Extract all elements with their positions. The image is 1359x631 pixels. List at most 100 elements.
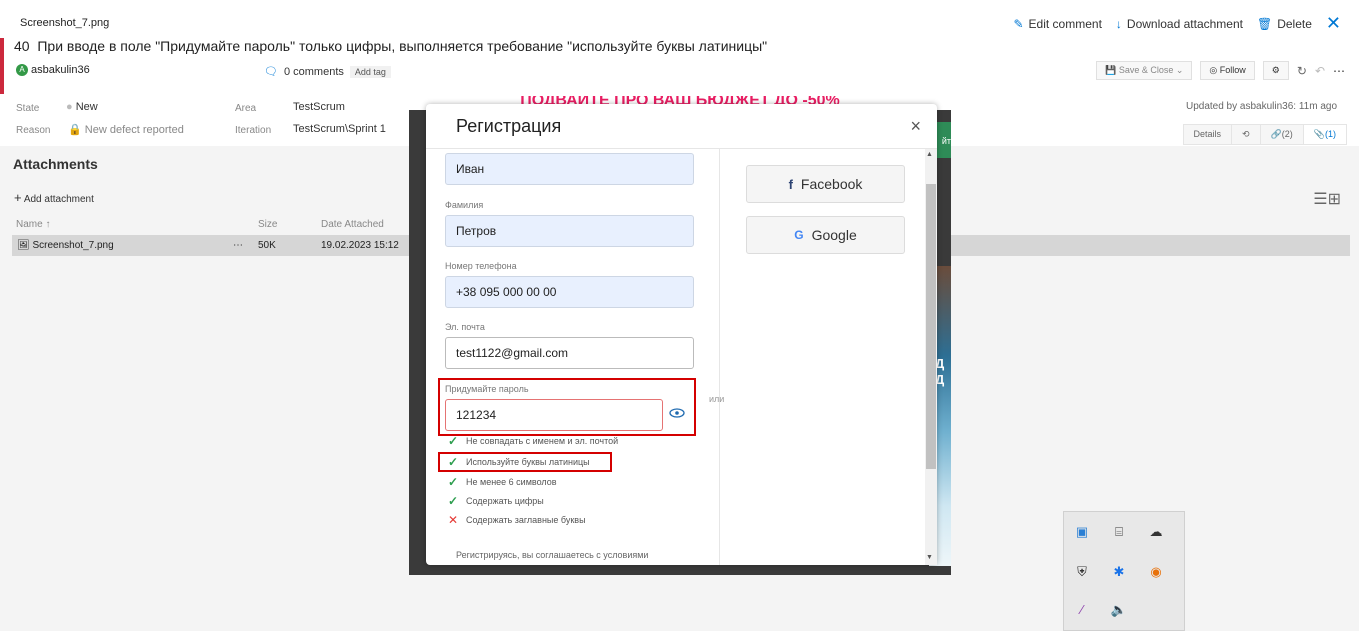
- delete-button[interactable]: 🗑 Delete: [1257, 17, 1312, 31]
- column-name[interactable]: Name ↑: [16, 219, 50, 230]
- bluetooth-icon[interactable]: ✱: [1109, 562, 1129, 582]
- network-app-icon[interactable]: ▣: [1072, 522, 1092, 542]
- requirement-item: ✓ Не совпадать с именем и эл. почтой: [448, 434, 618, 448]
- detail-tabs: Details ⟲ 🔗(2) 📎(1): [1182, 124, 1347, 145]
- cloud-offline-icon[interactable]: ☁: [1146, 522, 1166, 542]
- requirement-item: ✓ Используйте буквы латиницы: [448, 455, 590, 469]
- state-dot-icon: ●: [66, 101, 73, 113]
- iteration-label: Iteration: [235, 125, 272, 136]
- check-icon: ✓: [448, 455, 459, 469]
- paperclip-icon: 📎: [1313, 129, 1325, 139]
- phone-field[interactable]: +38 095 000 00 00: [445, 276, 694, 308]
- eye-icon[interactable]: [669, 408, 685, 418]
- work-item-title[interactable]: 40 При вводе в поле "Придумайте пароль" …: [14, 38, 767, 54]
- area-value[interactable]: TestScrum: [293, 101, 345, 113]
- tab-details[interactable]: Details: [1182, 124, 1232, 145]
- viewer-file-name: Screenshot_7.png: [20, 17, 110, 29]
- tab-attachments[interactable]: 📎(1): [1302, 124, 1347, 145]
- iteration-value[interactable]: TestScrum\Sprint 1: [293, 123, 386, 135]
- save-close-button[interactable]: 💾 Save & Close ⌄: [1096, 61, 1193, 80]
- attachments-count: (1): [1325, 129, 1336, 139]
- terms-text: Регистрируясь, вы соглашаетесь с условия…: [456, 550, 649, 560]
- check-icon: ✓: [448, 494, 459, 508]
- row-more-icon[interactable]: ⋯: [233, 240, 243, 251]
- security-shield-icon[interactable]: ⛨: [1072, 562, 1092, 582]
- google-label: Google: [811, 227, 857, 243]
- tab-links[interactable]: 🔗(2): [1259, 124, 1303, 145]
- column-divider: [719, 149, 720, 565]
- download-icon: ↓: [1115, 16, 1122, 31]
- modal-title: Регистрация: [456, 116, 562, 136]
- scroll-up-icon[interactable]: ▲: [926, 151, 933, 158]
- comment-icon: 🗨: [264, 66, 278, 78]
- viewer-actions: ✎ Edit comment ↓ Download attachment 🗑 D…: [1013, 13, 1341, 34]
- requirement-text: Содержать заглавные буквы: [466, 515, 586, 525]
- comments-area: 🗨 0 comments Add tag: [264, 65, 391, 78]
- state-field[interactable]: ● New: [66, 101, 98, 113]
- avatar: A: [16, 64, 28, 76]
- header-toolbar: 💾 Save & Close ⌄ ◎ Follow ⚙ ↻ ↶ ⋯: [1096, 61, 1345, 80]
- area-label: Area: [235, 103, 257, 114]
- password-field[interactable]: 121234: [445, 399, 663, 431]
- file-row-name[interactable]: 🖼 Screenshot_7.png: [17, 240, 114, 251]
- more-icon[interactable]: ⋯: [1333, 64, 1345, 78]
- state-label: State: [16, 103, 40, 114]
- chrome-icon[interactable]: ◉: [1146, 562, 1166, 582]
- work-item-title-text: При вводе в поле "Придумайте пароль" тол…: [37, 38, 768, 54]
- history-icon[interactable]: ⟲: [1231, 124, 1260, 145]
- facebook-label: Facebook: [800, 176, 863, 192]
- refresh-icon[interactable]: ↻: [1297, 64, 1307, 78]
- add-attachment-label: Add attachment: [23, 194, 94, 205]
- scrollbar-thumb[interactable]: [926, 184, 936, 469]
- requirement-item: ✓ Не менее 6 символов: [448, 475, 557, 489]
- requirement-item: ✓ Содержать цифры: [448, 494, 544, 508]
- view-toggle: ☰⊞: [1313, 189, 1341, 209]
- requirement-text: Содержать цифры: [466, 496, 544, 506]
- reason-label: Reason: [16, 125, 51, 136]
- last-name-field[interactable]: Петров: [445, 215, 694, 247]
- close-icon[interactable]: ×: [910, 116, 921, 137]
- usb-drive-icon[interactable]: ⌸: [1109, 522, 1129, 542]
- scroll-down-icon[interactable]: ▼: [926, 554, 933, 561]
- plus-icon: +: [14, 190, 22, 205]
- email-field[interactable]: test1122@gmail.com: [445, 337, 694, 369]
- facebook-button[interactable]: f Facebook: [746, 165, 905, 203]
- work-item-id: 40: [14, 38, 30, 54]
- undo-icon[interactable]: ↶: [1315, 64, 1325, 78]
- google-button[interactable]: G Google: [746, 216, 905, 254]
- edit-comment-label: Edit comment: [1028, 16, 1102, 31]
- download-attachment-button[interactable]: ↓ Download attachment: [1116, 17, 1243, 31]
- assignee[interactable]: asbakulin36: [31, 64, 90, 76]
- volume-icon[interactable]: 🔈: [1109, 600, 1129, 620]
- add-attachment-button[interactable]: + Add attachment: [14, 190, 94, 205]
- lock-icon: 🔒: [68, 124, 82, 136]
- follow-label: Follow: [1219, 65, 1246, 75]
- email-label: Эл. почта: [445, 322, 485, 332]
- download-label: Download attachment: [1126, 16, 1243, 31]
- system-tray-popup: ▣ ⌸ ☁ ⛨ ✱ ◉ ⁄ 🔈: [1063, 511, 1185, 631]
- column-date[interactable]: Date Attached: [321, 219, 384, 230]
- pen-icon[interactable]: ⁄: [1072, 600, 1092, 620]
- delete-label: Delete: [1277, 16, 1312, 31]
- edit-comment-button[interactable]: ✎ Edit comment: [1013, 17, 1101, 31]
- google-icon: G: [794, 228, 804, 242]
- attachments-title: Attachments: [13, 156, 98, 172]
- file-name: Screenshot_7.png: [32, 240, 114, 251]
- grid-view-icon[interactable]: ⊞: [1328, 191, 1341, 208]
- requirement-text: Не совпадать с именем и эл. почтой: [466, 436, 619, 446]
- follow-button[interactable]: ◎ Follow: [1200, 61, 1255, 80]
- updated-info[interactable]: Updated by asbakulin36: 11m ago: [1186, 101, 1337, 112]
- last-name-label: Фамилия: [445, 200, 484, 210]
- first-name-field[interactable]: Иван: [445, 153, 694, 185]
- list-view-icon[interactable]: ☰: [1313, 191, 1327, 208]
- close-viewer-icon[interactable]: ✕: [1326, 13, 1341, 34]
- state-value: New: [75, 101, 98, 113]
- or-divider-text: или: [709, 394, 725, 404]
- comments-link[interactable]: 0 comments: [284, 66, 344, 78]
- add-tag-button[interactable]: Add tag: [349, 65, 391, 78]
- file-size: 50K: [258, 240, 276, 251]
- reason-field[interactable]: 🔒 New defect reported: [68, 123, 184, 136]
- column-size[interactable]: Size: [258, 219, 277, 230]
- file-date: 19.02.2023 15:12: [321, 240, 399, 251]
- settings-icon[interactable]: ⚙: [1262, 61, 1289, 80]
